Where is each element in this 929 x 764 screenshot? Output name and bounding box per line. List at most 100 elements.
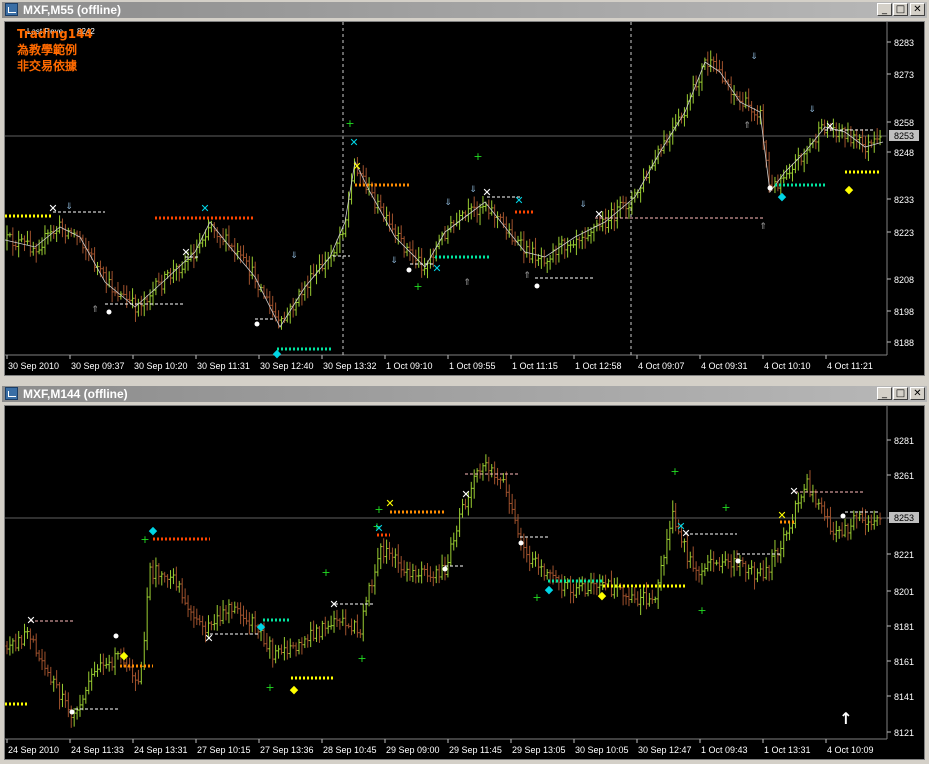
plus-signal-marker: + — [532, 591, 541, 604]
cross-signal-marker: ✕ — [777, 509, 786, 522]
time-tick-label: 28 Sep 10:45 — [323, 745, 377, 755]
plus-signal-marker: + — [357, 652, 366, 665]
plus-signal-marker: + — [265, 681, 274, 694]
price-tick-label: 8248 — [894, 148, 914, 158]
time-tick-label: 4 Oct 09:07 — [638, 361, 685, 371]
time-tick-label: 4 Oct 09:31 — [701, 361, 748, 371]
time-tick-label: 29 Sep 09:00 — [386, 745, 440, 755]
time-tick-label: 30 Sep 13:32 — [323, 361, 377, 371]
cross-signal-marker: ✕ — [200, 202, 209, 215]
plus-signal-marker: + — [670, 465, 679, 478]
diamond-signal-marker: ◆ — [273, 347, 282, 360]
cross-signal-marker: ✕ — [432, 262, 441, 275]
time-tick-label: 24 Sep 2010 — [8, 745, 59, 755]
cross-signal-marker: ✕ — [374, 522, 383, 535]
top-chart-window: MXF,M55 (offline) _ □ ✕ ✕ ⇓ ⇑ ✕ ✕ ⇓ ◆ + ✕ ✕ ⇓ + ✕ ⇓ ✕ ⇓… — [0, 0, 929, 380]
time-tick-label: 4 Oct 11:21 — [827, 361, 873, 371]
bottom-window-titlebar[interactable]: MXF,M144 (offline) _ □ ✕ — [2, 386, 927, 402]
chart-window-icon — [5, 3, 18, 16]
diamond-signal-marker: ◆ — [120, 649, 129, 662]
dot-signal-marker — [254, 321, 260, 327]
current-price-label: 8253 — [894, 513, 914, 523]
restore-button[interactable]: □ — [893, 387, 908, 400]
watermark-line: 為教學範例 — [17, 42, 77, 57]
down-arrow-marker: ⇓ — [469, 185, 477, 195]
cross-signal-marker: ✕ — [681, 527, 690, 540]
price-tick-label: 8201 — [894, 587, 914, 597]
top-window-titlebar[interactable]: MXF,M55 (offline) _ □ ✕ — [2, 2, 927, 18]
cross-signal-marker: ✕ — [594, 208, 603, 221]
time-tick-label: 30 Sep 11:31 — [197, 361, 250, 371]
diamond-signal-marker: ◆ — [290, 683, 299, 696]
bottom-price-chart[interactable]: ✕◆◆+✕◆+◆+✕++✕✕+✕+◆◆++✕✕+✕✕82818261824182… — [5, 406, 924, 760]
time-tick-label: 1 Oct 11:15 — [512, 361, 558, 371]
restore-button[interactable]: □ — [893, 3, 908, 16]
time-tick-label: 27 Sep 10:15 — [197, 745, 251, 755]
time-tick-label: 27 Sep 13:36 — [260, 745, 314, 755]
time-tick-label: 1 Oct 09:10 — [386, 361, 433, 371]
close-button[interactable]: ✕ — [910, 3, 925, 16]
cross-signal-marker: ✕ — [181, 246, 190, 259]
time-tick-label: 24 Sep 13:31 — [134, 745, 188, 755]
down-arrow-marker: ⇓ — [290, 251, 298, 261]
price-tick-label: 8261 — [894, 471, 914, 481]
cross-signal-marker: ✕ — [329, 598, 338, 611]
up-arrow-icon: ↑ — [839, 709, 852, 728]
price-tick-label: 8141 — [894, 692, 914, 702]
dot-signal-marker — [406, 267, 412, 273]
price-tick-label: 8161 — [894, 657, 914, 667]
price-tick-label: 8121 — [894, 728, 914, 738]
close-button[interactable]: ✕ — [910, 387, 925, 400]
time-tick-label: 4 Oct 10:10 — [764, 361, 811, 371]
minimize-button[interactable]: _ — [877, 387, 892, 400]
plus-signal-marker: + — [345, 117, 354, 130]
cross-signal-marker: ✕ — [349, 136, 358, 149]
time-tick-label: 30 Sep 10:05 — [575, 745, 629, 755]
cross-signal-marker: ✕ — [352, 160, 361, 173]
diamond-signal-marker: ◆ — [778, 190, 787, 203]
dot-signal-marker — [518, 540, 524, 546]
up-arrow-marker: ⇑ — [759, 222, 767, 232]
plus-signal-marker: + — [697, 604, 706, 617]
cross-signal-marker: ✕ — [482, 186, 491, 199]
up-arrow-marker: ⇑ — [463, 278, 471, 288]
cross-signal-marker: ✕ — [204, 632, 213, 645]
time-tick-label: 30 Sep 2010 — [8, 361, 59, 371]
down-arrow-marker: ⇓ — [390, 256, 398, 266]
plus-signal-marker: + — [140, 533, 149, 546]
down-arrow-marker: ⇓ — [579, 200, 587, 210]
minimize-button[interactable]: _ — [877, 3, 892, 16]
dot-signal-marker — [840, 513, 846, 519]
time-tick-label: 1 Oct 09:43 — [701, 745, 748, 755]
dot-signal-marker — [69, 709, 75, 715]
price-tick-label: 8233 — [894, 195, 914, 205]
plus-signal-marker: + — [374, 503, 383, 516]
time-tick-label: 1 Oct 13:31 — [764, 745, 811, 755]
up-arrow-marker: ⇑ — [523, 271, 531, 281]
cross-signal-marker: ✕ — [48, 202, 57, 215]
time-tick-label: 1 Oct 12:58 — [575, 361, 622, 371]
plus-signal-marker: + — [413, 280, 422, 293]
cross-signal-marker: ✕ — [789, 485, 798, 498]
bottom-chart-window: MXF,M144 (offline) _ □ ✕ ✕ ◆ ◆ + ✕ ◆ + ◆ + ✕ + + ✕ ✕ +… — [0, 384, 929, 764]
time-tick-label: 24 Sep 11:33 — [71, 745, 124, 755]
down-arrow-marker: ⇓ — [808, 105, 816, 115]
bottom-chart-area[interactable]: ✕◆◆+✕◆+◆+✕++✕✕+✕+◆◆++✕✕+✕✕82818261824182… — [4, 405, 925, 760]
price-tick-label: 8223 — [894, 228, 914, 238]
time-tick-label: 4 Oct 10:09 — [827, 745, 874, 755]
top-price-chart[interactable]: ✕ ⇓ ⇑ ✕ ✕ ⇓ ◆ + ✕ ✕ ⇓ + ✕ ⇓ ✕ ⇓ + ⇑ ✕ ⇑ ⇓ ✕ ⇓ ⇑ ◆ ⇑ ⇓ ✕ ◆ 8283 8273 825… — [5, 22, 924, 376]
diamond-signal-marker: ◆ — [149, 524, 158, 537]
price-tick-label: 8198 — [894, 307, 914, 317]
cross-signal-marker: ✕ — [825, 120, 834, 133]
price-tick-label: 8208 — [894, 275, 914, 285]
bottom-window-title: MXF,M144 (offline) — [23, 387, 128, 401]
dot-signal-marker — [534, 283, 540, 289]
watermark-line: 非交易依據 — [17, 58, 78, 73]
watermark-line: Trading144 — [17, 27, 93, 41]
top-chart-area[interactable]: ✕ ⇓ ⇑ ✕ ✕ ⇓ ◆ + ✕ ✕ ⇓ + ✕ ⇓ ✕ ⇓ + ⇑ ✕ ⇑ ⇓ ✕ ⇓ ⇑ ◆ ⇑ ⇓ ✕ ◆ 8283 8273 825… — [4, 21, 925, 376]
down-arrow-marker: ⇓ — [444, 198, 452, 208]
dot-signal-marker — [106, 309, 112, 315]
up-arrow-marker: ⇑ — [743, 121, 751, 131]
price-tick-label: 8181 — [894, 622, 914, 632]
up-arrow-marker: ⇑ — [91, 305, 99, 315]
